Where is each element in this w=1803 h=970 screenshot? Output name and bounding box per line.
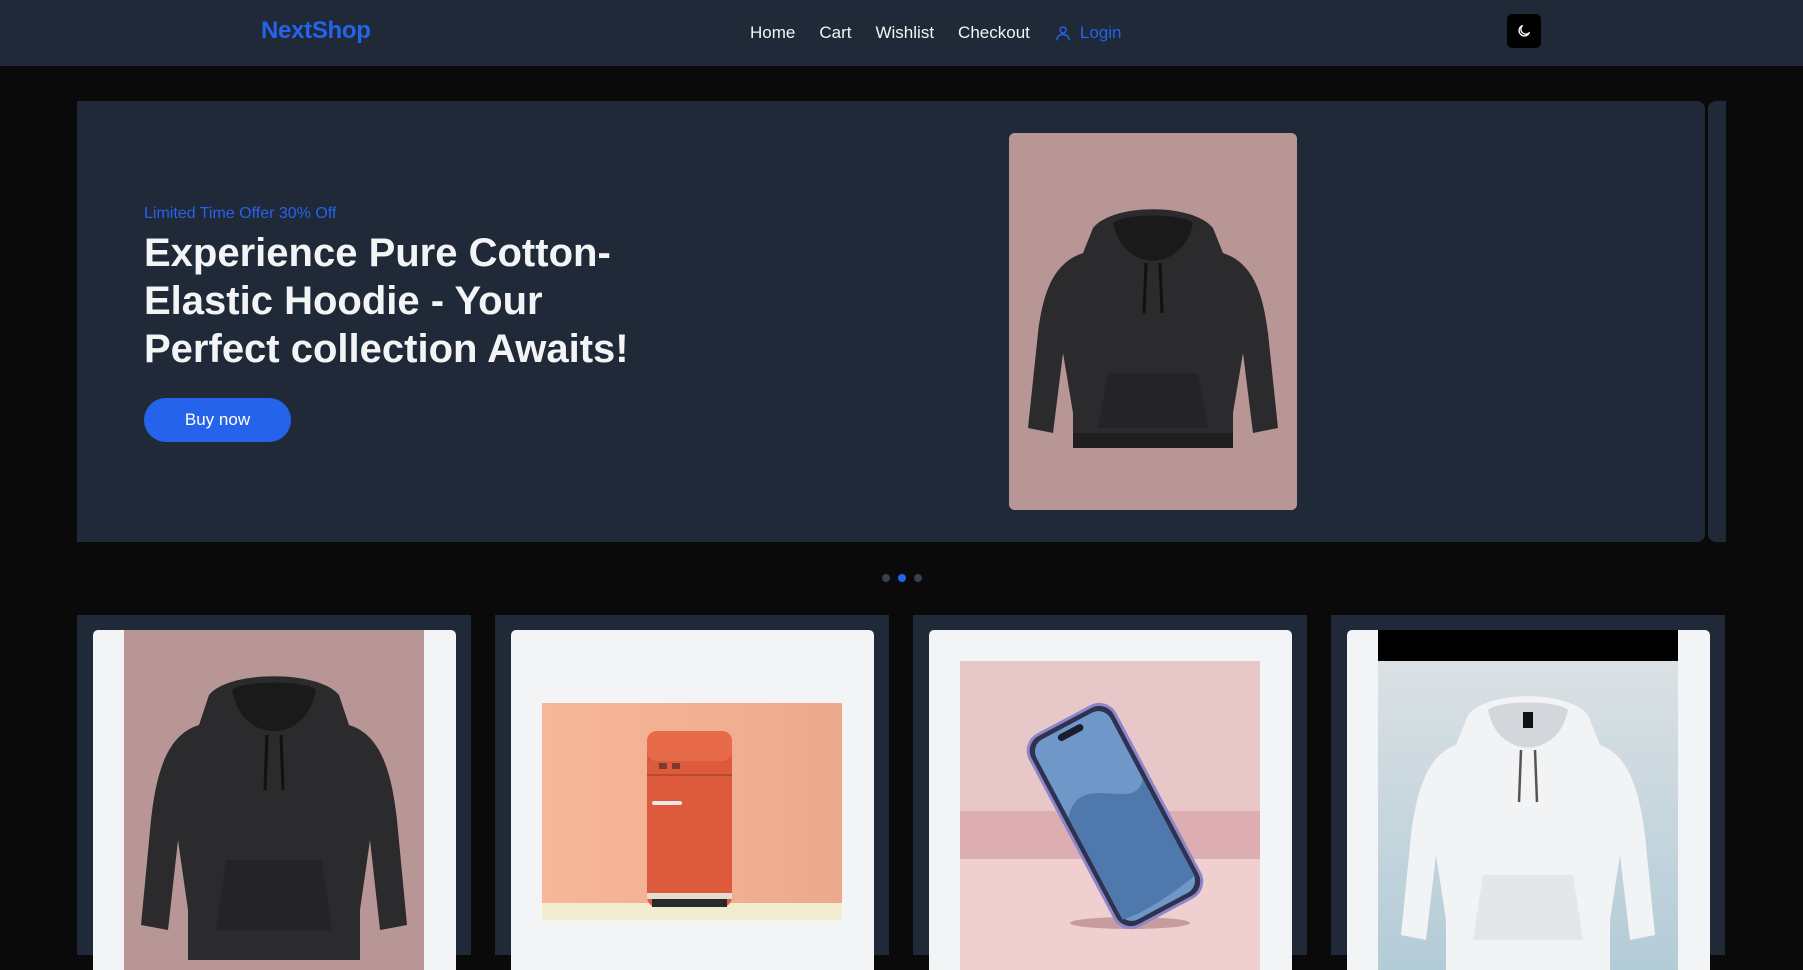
carousel-dot-3[interactable] [914, 574, 922, 582]
product-card[interactable] [495, 615, 889, 970]
buy-now-button[interactable]: Buy now [144, 398, 291, 442]
nav-cart[interactable]: Cart [819, 23, 851, 43]
product-image-frame [93, 630, 456, 970]
carousel-dots [882, 574, 922, 582]
product-image-frame [1347, 630, 1710, 970]
carousel-dot-1[interactable] [882, 574, 890, 582]
product-image-frame [511, 630, 874, 970]
product-card[interactable] [1331, 615, 1725, 970]
hero-title: Experience Pure Cotton-Elastic Hoodie - … [144, 231, 629, 371]
user-icon [1054, 24, 1072, 42]
nav-wishlist[interactable]: Wishlist [875, 23, 934, 43]
main-nav: Home Cart Wishlist Checkout Login [750, 0, 1121, 66]
white-hoodie-image [1378, 630, 1678, 970]
moon-icon [1516, 23, 1532, 39]
nav-checkout[interactable]: Checkout [958, 23, 1030, 43]
product-card[interactable] [77, 615, 471, 970]
logo[interactable]: NextShop [261, 17, 371, 45]
hero-offer-text: Limited Time Offer 30% Off [144, 205, 337, 222]
orange-fridge-image [542, 703, 842, 920]
theme-toggle-button[interactable] [1507, 14, 1541, 48]
nav-home[interactable]: Home [750, 23, 795, 43]
carousel-dot-2[interactable] [898, 574, 906, 582]
hero-product-image [1009, 133, 1297, 510]
smartphone-image [960, 661, 1260, 970]
site-header: NextShop Home Cart Wishlist Checkout Log… [0, 0, 1803, 66]
nav-login[interactable]: Login [1054, 23, 1122, 43]
black-hoodie-image [124, 630, 424, 970]
black-hoodie-image [1009, 133, 1297, 510]
next-slide-peek[interactable] [1708, 101, 1726, 542]
product-card[interactable] [913, 615, 1307, 970]
login-label: Login [1079, 23, 1122, 42]
product-image-frame [929, 630, 1292, 970]
hero-slide: Limited Time Offer 30% Off Experience Pu… [77, 101, 1705, 542]
